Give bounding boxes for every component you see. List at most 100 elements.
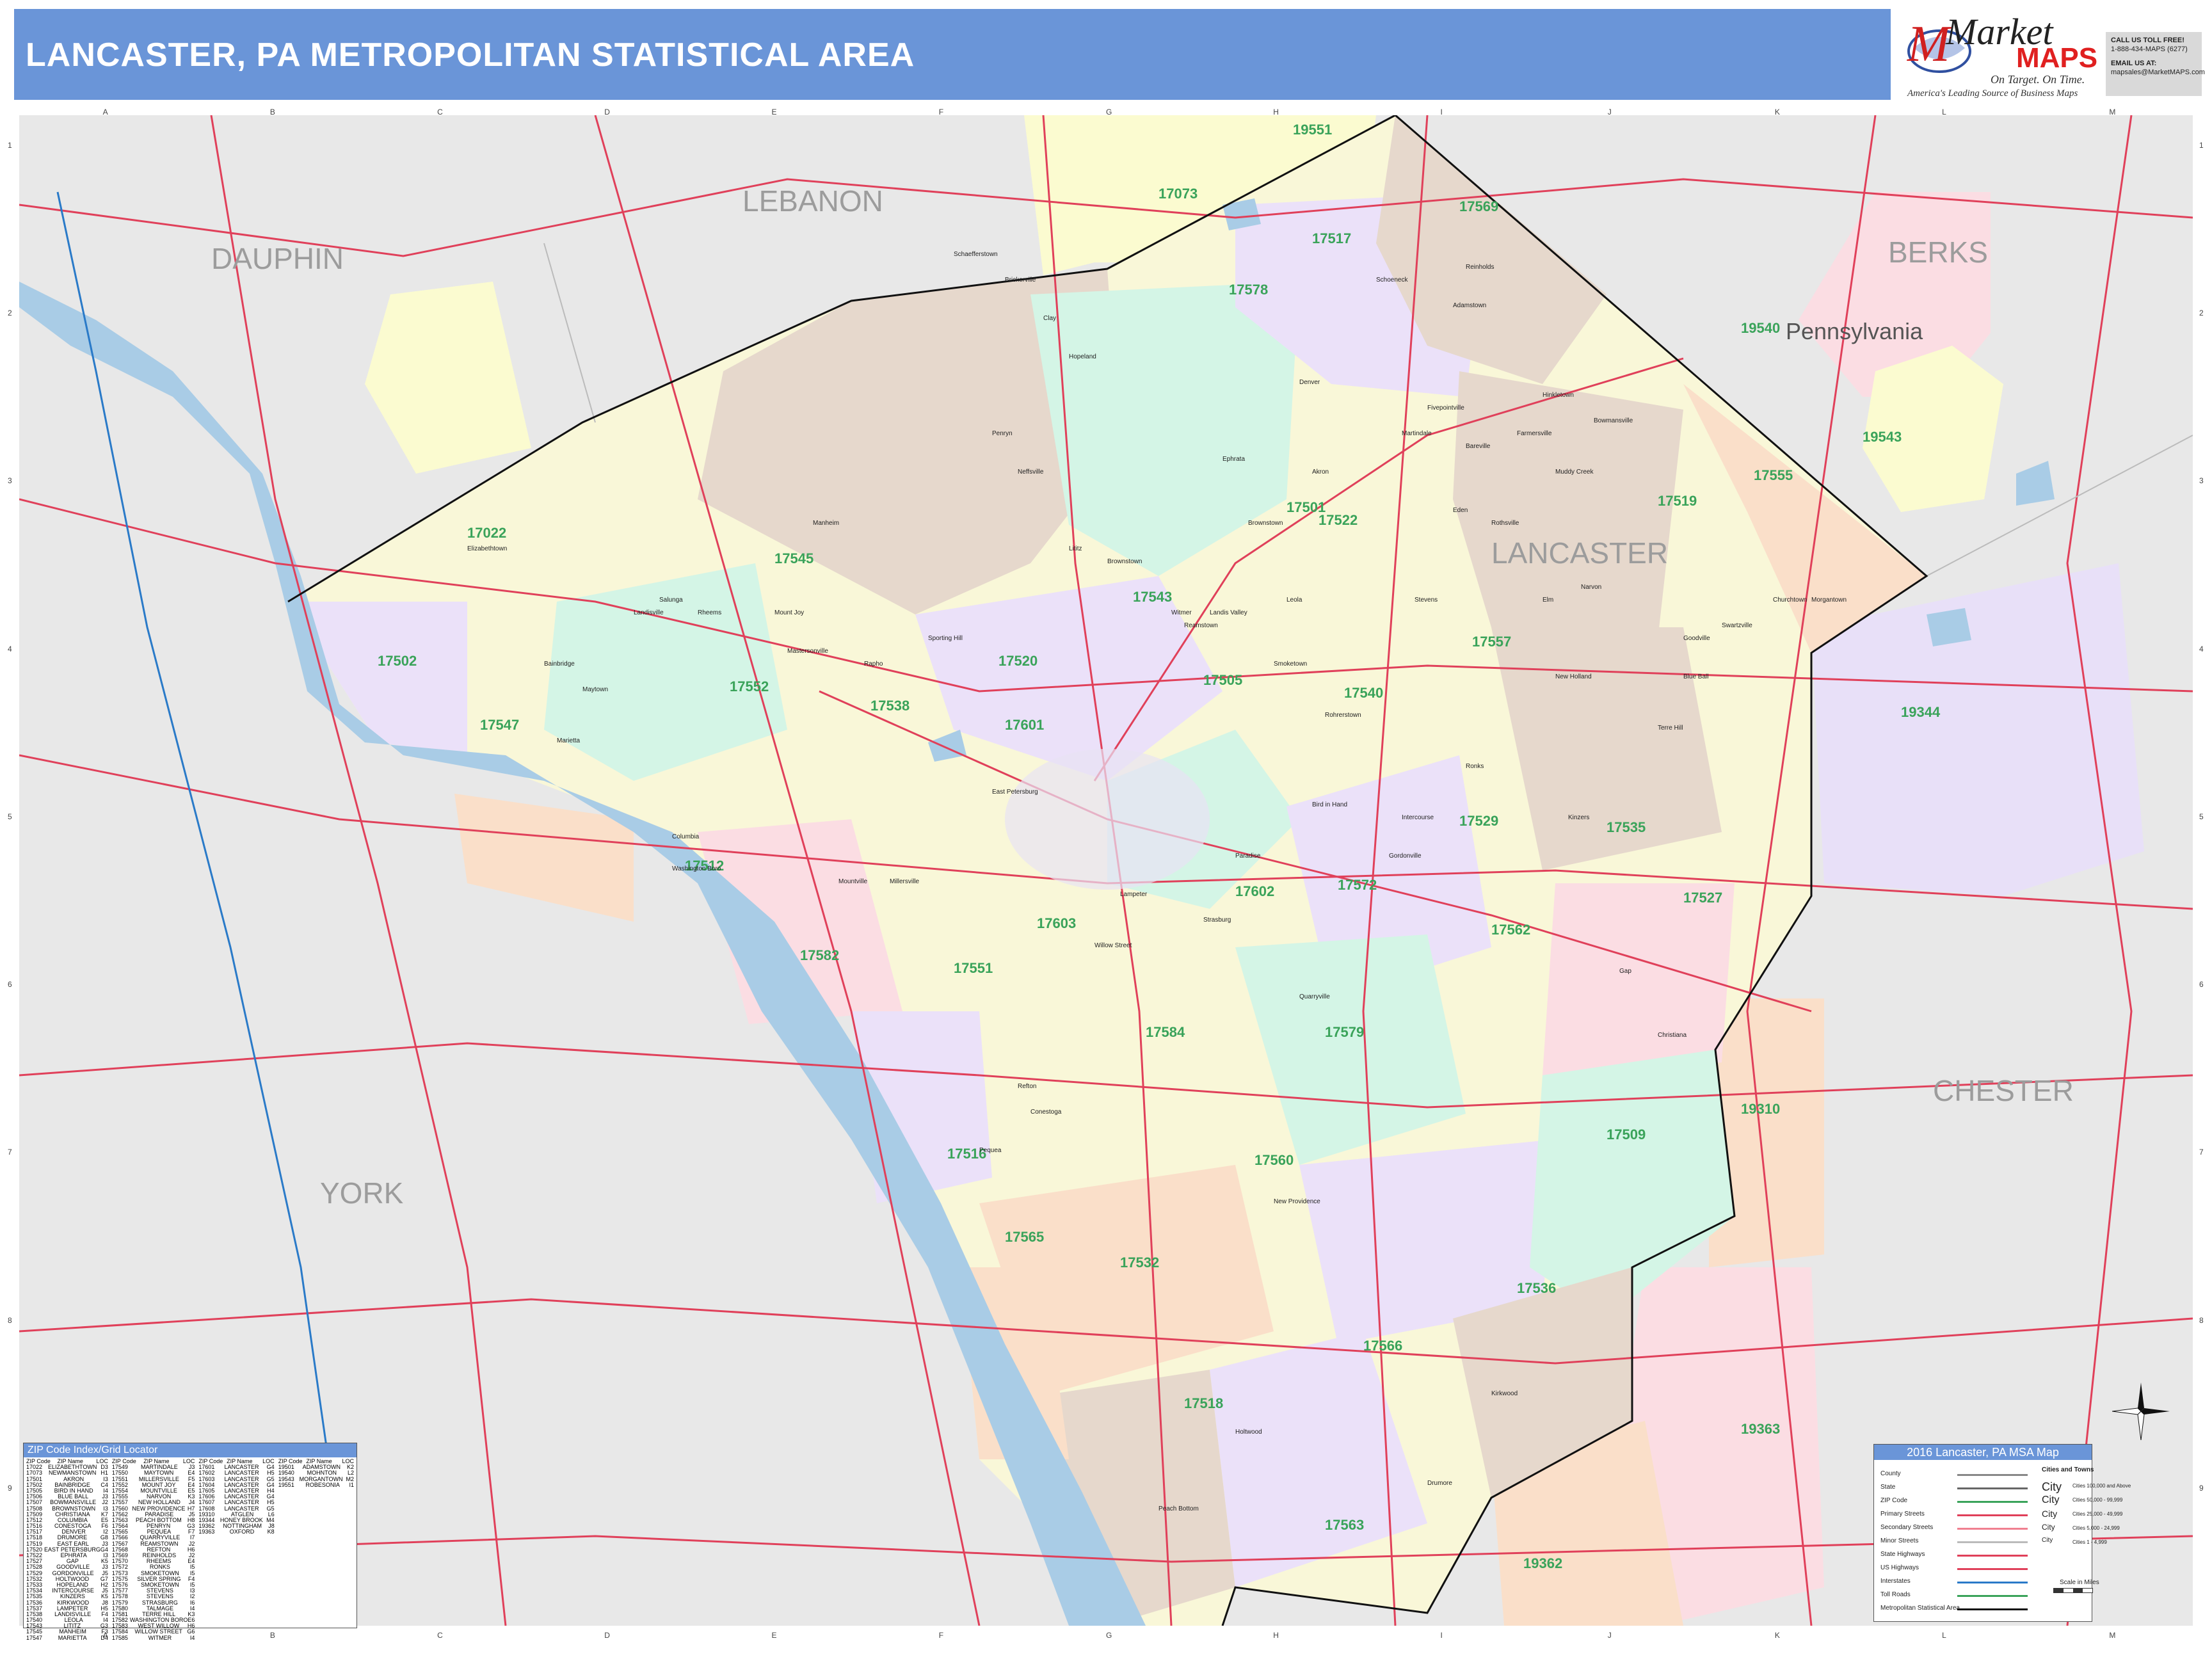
- scale-bar: [2053, 1588, 2093, 1593]
- index-cell: 19551: [278, 1482, 294, 1488]
- town-label: Akron: [1312, 469, 1329, 476]
- town-label: Sporting Hill: [928, 635, 963, 642]
- zip-index-row: 17508 BROWNSTOWN I3: [26, 1506, 108, 1512]
- town-label: East Petersburg: [992, 789, 1038, 796]
- index-cell: F7: [188, 1529, 195, 1535]
- zip-code-label: 17545: [774, 550, 813, 566]
- index-cell: J5: [188, 1511, 195, 1518]
- zip-index-row: 19543 MORGANTOWN M2: [278, 1477, 354, 1482]
- legend-city-range: Cities 1 - 4,999: [2072, 1539, 2107, 1545]
- zip-index-row: 19310 ATGLEN L6: [198, 1512, 274, 1518]
- town-label: Muddy Creek: [1555, 469, 1594, 476]
- grid-row-label: 4: [2199, 644, 2204, 653]
- index-cell: HONEY BROOK: [220, 1517, 263, 1523]
- zip-index-row: 17518 DRUMORE G8: [26, 1535, 108, 1541]
- map-canvas[interactable]: LEBANON DAUPHIN BERKS LANCASTER CHESTER YORK …: [19, 115, 2193, 1626]
- index-cell: H7: [187, 1505, 195, 1512]
- zip-index-row: 17516 CONESTOGA F6: [26, 1523, 108, 1529]
- index-cell: 17533: [26, 1582, 43, 1588]
- zip-code-label: 17584: [1146, 1024, 1185, 1040]
- index-cell: K3: [188, 1494, 195, 1500]
- index-cell: 17537: [26, 1605, 43, 1612]
- index-cell: F3: [101, 1629, 108, 1635]
- zip-index-row: 17551 MILLERSVILLE F5: [112, 1477, 195, 1482]
- map-svg[interactable]: LEBANONDAUPHIN BERKSLANCASTERCHESTERYORK …: [19, 115, 2193, 1626]
- town-label: Ephrata: [1222, 456, 1245, 463]
- zip-code-label: 17579: [1325, 1024, 1364, 1040]
- index-cell: K2: [346, 1464, 354, 1471]
- town-label: Gordonville: [1389, 853, 1422, 860]
- zip-index-row: 17580 TALMAGE I4: [112, 1606, 195, 1612]
- index-cell: D3: [100, 1464, 108, 1471]
- index-cell: H4: [267, 1487, 275, 1494]
- index-cell: K7: [100, 1511, 108, 1518]
- town-label: Quarryville: [1299, 993, 1330, 1000]
- index-cell: 17518: [26, 1535, 43, 1541]
- index-cell: PEQUEA: [147, 1529, 172, 1535]
- zip-code-label: 17540: [1344, 685, 1383, 701]
- index-cell: SILVER SPRING: [137, 1576, 181, 1582]
- town-label: Swartzville: [1722, 622, 1752, 629]
- index-cell: 19501: [278, 1464, 294, 1471]
- zip-index-row: 17576 SMOKETOWN I5: [112, 1582, 195, 1588]
- index-cell: 17540: [26, 1617, 43, 1624]
- index-cell: ROBESONIA: [305, 1482, 340, 1488]
- index-cell: J3: [102, 1564, 108, 1571]
- town-label: Smoketown: [1274, 661, 1307, 668]
- grid-row-label: 7: [2199, 1148, 2204, 1157]
- index-cell: LITITZ: [63, 1623, 81, 1630]
- town-label: Leola: [1286, 597, 1302, 604]
- grid-row-label: 2: [8, 309, 12, 318]
- index-cell: 17543: [26, 1623, 43, 1630]
- legend-scale-label: Scale in Miles: [2060, 1579, 2099, 1586]
- town-label: Elm: [1543, 597, 1553, 604]
- index-cell: KINZERS: [60, 1594, 85, 1600]
- index-cell: H5: [267, 1470, 275, 1477]
- index-cell: K5: [100, 1594, 108, 1600]
- index-cell: 17566: [111, 1535, 128, 1541]
- zip-index-header: ZIP Code ZIP Name LOC: [198, 1459, 274, 1464]
- grid-row-label: 8: [8, 1315, 12, 1325]
- grid-column-label: H: [1273, 1631, 1279, 1640]
- town-label: Elizabethtown: [467, 545, 507, 552]
- zip-code-label: 17501: [1286, 499, 1326, 515]
- index-cell: E4: [188, 1470, 195, 1477]
- index-cell: BAINBRIDGE: [54, 1482, 90, 1488]
- zip-index-row: 17073 NEWMANSTOWN H1: [26, 1470, 108, 1476]
- index-cell: I4: [103, 1487, 108, 1494]
- zip-index-row: 17560 NEW PROVIDENCE H7: [112, 1506, 195, 1512]
- index-cell: 17581: [111, 1611, 128, 1617]
- zip-index-row: 17602 LANCASTER H5: [198, 1470, 274, 1476]
- town-label: Bareville: [1466, 443, 1491, 450]
- index-cell: J2: [188, 1553, 195, 1559]
- index-cell: H1: [100, 1470, 108, 1477]
- town-label: Bainbridge: [544, 661, 575, 668]
- index-header-cell: ZIP Name: [57, 1459, 83, 1464]
- index-cell: 17573: [111, 1570, 128, 1576]
- index-cell: QUARRYVILLE: [140, 1535, 180, 1541]
- town-label: Narvon: [1581, 584, 1601, 591]
- index-cell: NEW PROVIDENCE: [132, 1505, 186, 1512]
- index-cell: ELIZABETHTOWN: [48, 1464, 97, 1471]
- index-cell: 17552: [111, 1482, 128, 1488]
- index-cell: H6: [187, 1546, 195, 1553]
- index-cell: 17073: [26, 1470, 43, 1477]
- state-label: Pennsylvania: [1786, 318, 1923, 344]
- zip-code-label: 17582: [800, 947, 839, 963]
- index-header-cell: ZIP Code: [278, 1459, 303, 1464]
- index-cell: 17578: [111, 1594, 128, 1600]
- index-cell: I2: [189, 1594, 195, 1600]
- index-cell: 17517: [26, 1529, 43, 1535]
- legend-item-label: ZIP Code: [1880, 1497, 1908, 1504]
- legend-city-sample: City: [2042, 1523, 2055, 1532]
- grid-column-label: I: [1440, 1631, 1443, 1640]
- index-cell: PEACH BOTTOM: [135, 1517, 182, 1523]
- index-cell: ADAMSTOWN: [302, 1464, 341, 1471]
- index-cell: G3: [187, 1523, 195, 1530]
- zip-index-row: 17519 EAST EARL J3: [26, 1541, 108, 1547]
- index-cell: H6: [187, 1623, 195, 1630]
- index-cell: EAST EARL: [57, 1541, 89, 1547]
- index-cell: 17502: [26, 1482, 43, 1488]
- index-cell: STEVENS: [146, 1588, 173, 1594]
- zip-code-label: 17520: [998, 653, 1038, 669]
